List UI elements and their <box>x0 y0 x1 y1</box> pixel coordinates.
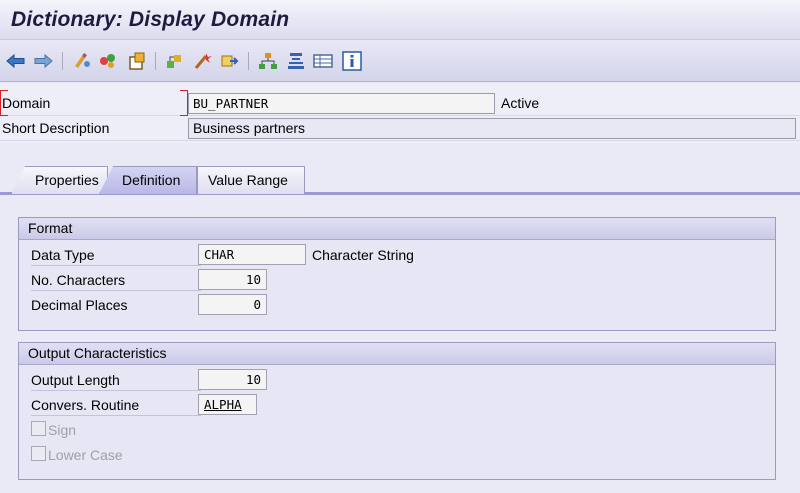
tab-definition[interactable]: Definition <box>99 166 197 194</box>
sign-label: Sign <box>48 422 77 438</box>
info-icon[interactable] <box>342 51 362 71</box>
display-change-icon[interactable] <box>98 51 118 71</box>
where-used-icon[interactable] <box>165 51 185 71</box>
application-toolbar <box>0 40 800 82</box>
other-object-icon[interactable] <box>72 51 92 71</box>
short-description-row: Short Description Business partners <box>0 116 800 141</box>
data-type-field[interactable]: CHAR <box>198 244 306 265</box>
short-description-field[interactable]: Business partners <box>188 118 796 139</box>
back-icon[interactable] <box>6 51 26 71</box>
header-area: Domain BU_PARTNER Active Short Descripti… <box>0 83 800 143</box>
toolbar-separator <box>248 52 249 70</box>
short-description-label: Short Description <box>2 120 110 136</box>
tab-strip: Properties Definition Value Range <box>0 143 800 195</box>
status-text: Active <box>501 95 540 111</box>
data-type-row: Data Type CHAR Character String <box>27 243 767 267</box>
toolbar-separator <box>155 52 156 70</box>
toolbar-separator <box>62 52 63 70</box>
activate-icon[interactable] <box>220 51 240 71</box>
domain-field[interactable]: BU_PARTNER <box>188 93 495 114</box>
definition-content: Format Data Type CHAR Character String N… <box>0 196 800 493</box>
table-icon[interactable] <box>313 51 333 71</box>
focus-marker-left <box>0 90 8 116</box>
format-group-title: Format <box>19 218 775 240</box>
output-characteristics-group: Output Characteristics Output Length 10 … <box>18 342 776 480</box>
data-type-label: Data Type <box>31 247 201 266</box>
data-type-description: Character String <box>312 247 414 263</box>
hierarchy-icon[interactable] <box>258 51 278 71</box>
check-icon[interactable] <box>193 51 213 71</box>
focus-marker-right <box>180 90 188 116</box>
output-length-label: Output Length <box>31 372 201 391</box>
page-title: Dictionary: Display Domain <box>11 8 290 31</box>
no-characters-row: No. Characters 10 <box>27 268 767 292</box>
conversion-routine-row: Convers. Routine ALPHA <box>27 393 767 417</box>
domain-label: Domain <box>2 95 51 111</box>
decimal-places-label: Decimal Places <box>31 297 128 313</box>
no-characters-field[interactable]: 10 <box>198 269 267 290</box>
active-inactive-icon[interactable] <box>127 51 147 71</box>
tab-properties[interactable]: Properties <box>11 166 108 194</box>
conversion-routine-label: Convers. Routine <box>31 397 201 416</box>
output-group-title: Output Characteristics <box>19 343 775 365</box>
domain-row: Domain BU_PARTNER Active <box>0 91 800 116</box>
tab-value-range[interactable]: Value Range <box>197 166 305 194</box>
no-characters-label: No. Characters <box>31 272 201 291</box>
sign-checkbox[interactable] <box>31 421 46 436</box>
decimal-places-field[interactable]: 0 <box>198 294 267 315</box>
output-length-field[interactable]: 10 <box>198 369 267 390</box>
lower-case-row: Lower Case <box>27 443 767 467</box>
forward-icon[interactable] <box>33 51 53 71</box>
output-length-row: Output Length 10 <box>27 368 767 392</box>
text-align-icon[interactable] <box>286 51 306 71</box>
title-bar: Dictionary: Display Domain <box>0 0 800 40</box>
decimal-places-row: Decimal Places 0 <box>27 293 767 317</box>
conversion-routine-field[interactable]: ALPHA <box>198 394 257 415</box>
lower-case-label: Lower Case <box>48 447 123 463</box>
sign-row: Sign <box>27 418 767 442</box>
lower-case-checkbox[interactable] <box>31 446 46 461</box>
format-group: Format Data Type CHAR Character String N… <box>18 217 776 331</box>
